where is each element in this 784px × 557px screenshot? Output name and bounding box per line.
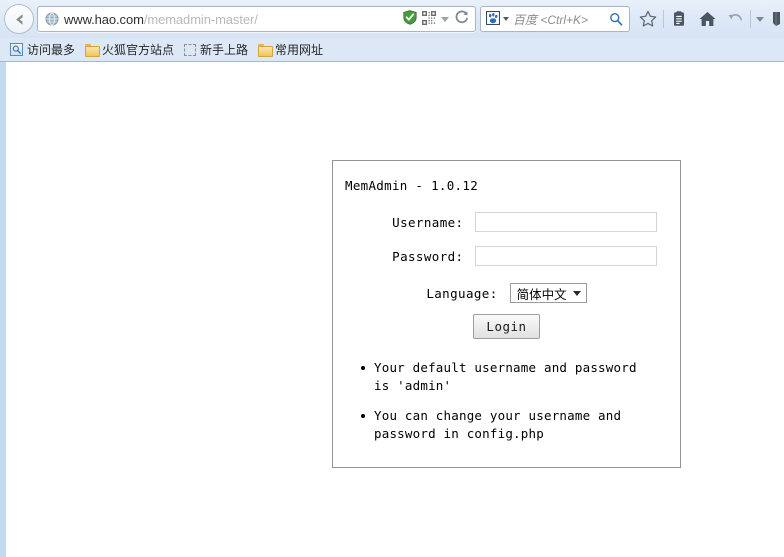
overflow-menu-icon[interactable] [768, 4, 782, 34]
language-select[interactable]: 简体中文 [509, 283, 587, 303]
toolbar-divider [663, 10, 664, 28]
chevron-down-icon [572, 290, 581, 296]
content-area: MemAdmin - 1.0.12 Username: Password: La… [0, 62, 784, 557]
language-label: Language: [426, 285, 498, 301]
dashed-square-icon [184, 43, 197, 56]
folder-icon [85, 44, 101, 57]
password-input[interactable] [474, 246, 657, 266]
login-panel: MemAdmin - 1.0.12 Username: Password: La… [332, 160, 681, 468]
search-box[interactable]: 百度 <Ctrl+K> [480, 6, 630, 32]
bookmark-common-sites[interactable]: 常用网址 [256, 40, 328, 60]
navigation-toolbar: www.hao.com/memadmin-master/ 百度 <Ctrl+K> [0, 0, 784, 38]
magnifier-icon[interactable] [607, 12, 629, 26]
login-button[interactable]: Login [473, 314, 540, 339]
bookmarks-toolbar: 访问最多 火狐官方站点 新手上路 常用网址 [0, 38, 784, 62]
web-page: MemAdmin - 1.0.12 Username: Password: La… [6, 62, 784, 557]
bookmark-getting-started[interactable]: 新手上路 [182, 40, 253, 60]
shield-check-icon[interactable] [403, 10, 417, 28]
qr-code-icon[interactable] [422, 10, 436, 28]
home-icon[interactable] [693, 4, 721, 34]
note-item: Your default username and password is 'a… [359, 359, 649, 395]
folder-icon [258, 44, 274, 57]
url-bar-icons [399, 10, 475, 28]
note-item: You can change your username and passwor… [359, 407, 649, 443]
url-path: /memadmin-master/ [143, 11, 258, 27]
baidu-paw-icon [485, 10, 501, 28]
password-row: Password: [333, 246, 680, 266]
language-selected-value: 简体中文 [516, 286, 567, 302]
bookmark-label: 新手上路 [200, 43, 249, 57]
chevron-down-icon[interactable] [441, 16, 449, 22]
url-text[interactable]: www.hao.com/memadmin-master/ [64, 12, 399, 27]
password-label: Password: [392, 248, 464, 264]
reload-icon[interactable] [454, 10, 469, 28]
chevron-down-icon[interactable] [503, 17, 509, 21]
browser-window: www.hao.com/memadmin-master/ 百度 <Ctrl+K>… [0, 0, 784, 557]
url-host: www.hao.com [64, 11, 144, 27]
bookmark-firefox-site[interactable]: 火狐官方站点 [83, 40, 179, 60]
star-icon[interactable] [634, 4, 662, 34]
undo-arrow-icon[interactable] [721, 4, 749, 34]
toolbar-divider [750, 10, 751, 28]
bookmark-label: 访问最多 [27, 43, 76, 57]
search-input[interactable]: 百度 <Ctrl+K> [513, 11, 607, 28]
most-visited-icon [10, 43, 23, 56]
search-engine-selector[interactable] [481, 10, 513, 28]
username-label: Username: [392, 214, 464, 230]
bookmark-most-visited[interactable]: 访问最多 [8, 40, 80, 60]
chevron-down-icon[interactable] [752, 4, 768, 34]
language-row: Language: 简体中文 [333, 283, 680, 303]
help-notes: Your default username and password is 'a… [359, 359, 649, 443]
back-button[interactable] [4, 4, 34, 34]
url-bar[interactable]: www.hao.com/memadmin-master/ [37, 6, 476, 32]
login-form: Username: Password: [333, 212, 680, 266]
bookmark-label: 常用网址 [275, 43, 324, 57]
bookmark-label: 火狐官方站点 [102, 43, 175, 57]
browser-toolbar-buttons [630, 4, 782, 34]
login-button-row: Login [333, 314, 680, 339]
globe-icon [45, 12, 59, 26]
reading-list-icon[interactable] [665, 4, 693, 34]
page-title: MemAdmin - 1.0.12 [345, 178, 479, 193]
username-input[interactable] [474, 212, 657, 232]
username-row: Username: [333, 212, 680, 232]
